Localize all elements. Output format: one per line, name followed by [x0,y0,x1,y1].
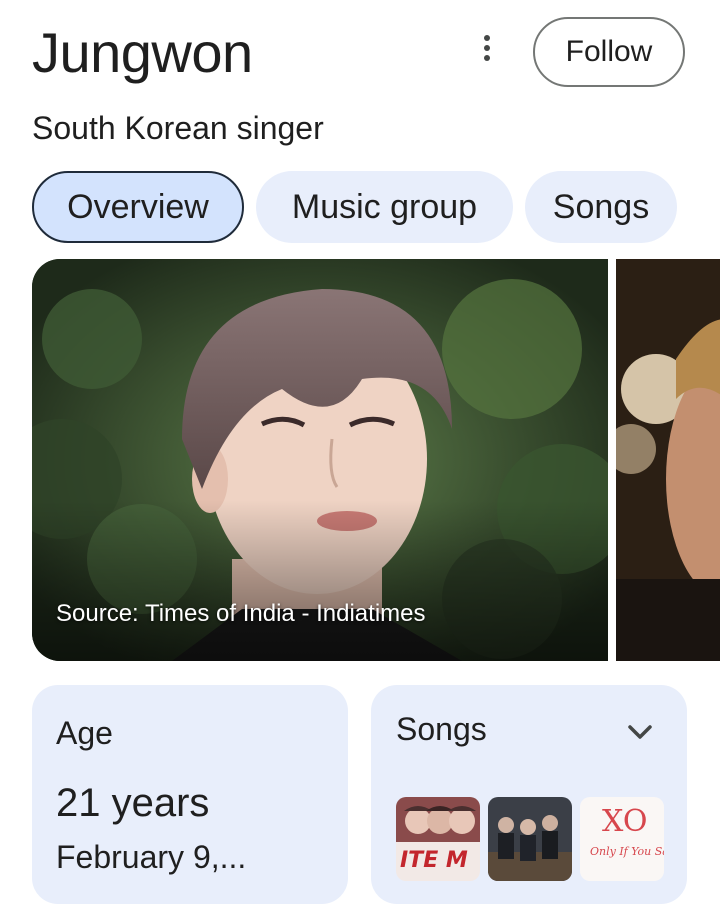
song-thumbnail-3[interactable]: XO Only If You Say Yes [580,797,664,881]
thumb-3-subtext: Only If You Say Yes [590,845,664,858]
song-thumbnail-1[interactable]: ITE M [396,797,480,881]
thumb-1-text: ITE M [400,848,468,873]
image-carousel[interactable]: Source: Times of India - Indiatimes [32,259,720,661]
song-thumbnail-2[interactable] [488,797,572,881]
entity-title: Jungwon [32,21,253,84]
more-options-icon[interactable] [472,30,502,66]
tab-music-group[interactable]: Music group [256,171,513,243]
main-photo[interactable]: Source: Times of India - Indiatimes [32,259,608,661]
age-value: 21 years [56,781,210,825]
tab-songs[interactable]: Songs [525,171,677,243]
age-card[interactable]: Age 21 years February 9,... [32,685,348,904]
entity-subtitle: South Korean singer [32,110,324,146]
songs-label: Songs [396,711,487,747]
photo-source-caption: Source: Times of India - Indiatimes [56,600,426,627]
thumb-3-title: XO [602,804,647,839]
tab-overview[interactable]: Overview [32,171,244,243]
second-photo[interactable] [616,259,720,661]
chevron-down-icon[interactable] [627,723,653,741]
knowledge-panel: Jungwon South Korean singer Follow Overv… [0,0,720,906]
age-label: Age [56,715,113,751]
birth-date: February 9,... [56,839,247,875]
follow-button[interactable]: Follow [533,17,685,87]
songs-card[interactable]: Songs ITE M XO Only If You S [371,685,687,904]
